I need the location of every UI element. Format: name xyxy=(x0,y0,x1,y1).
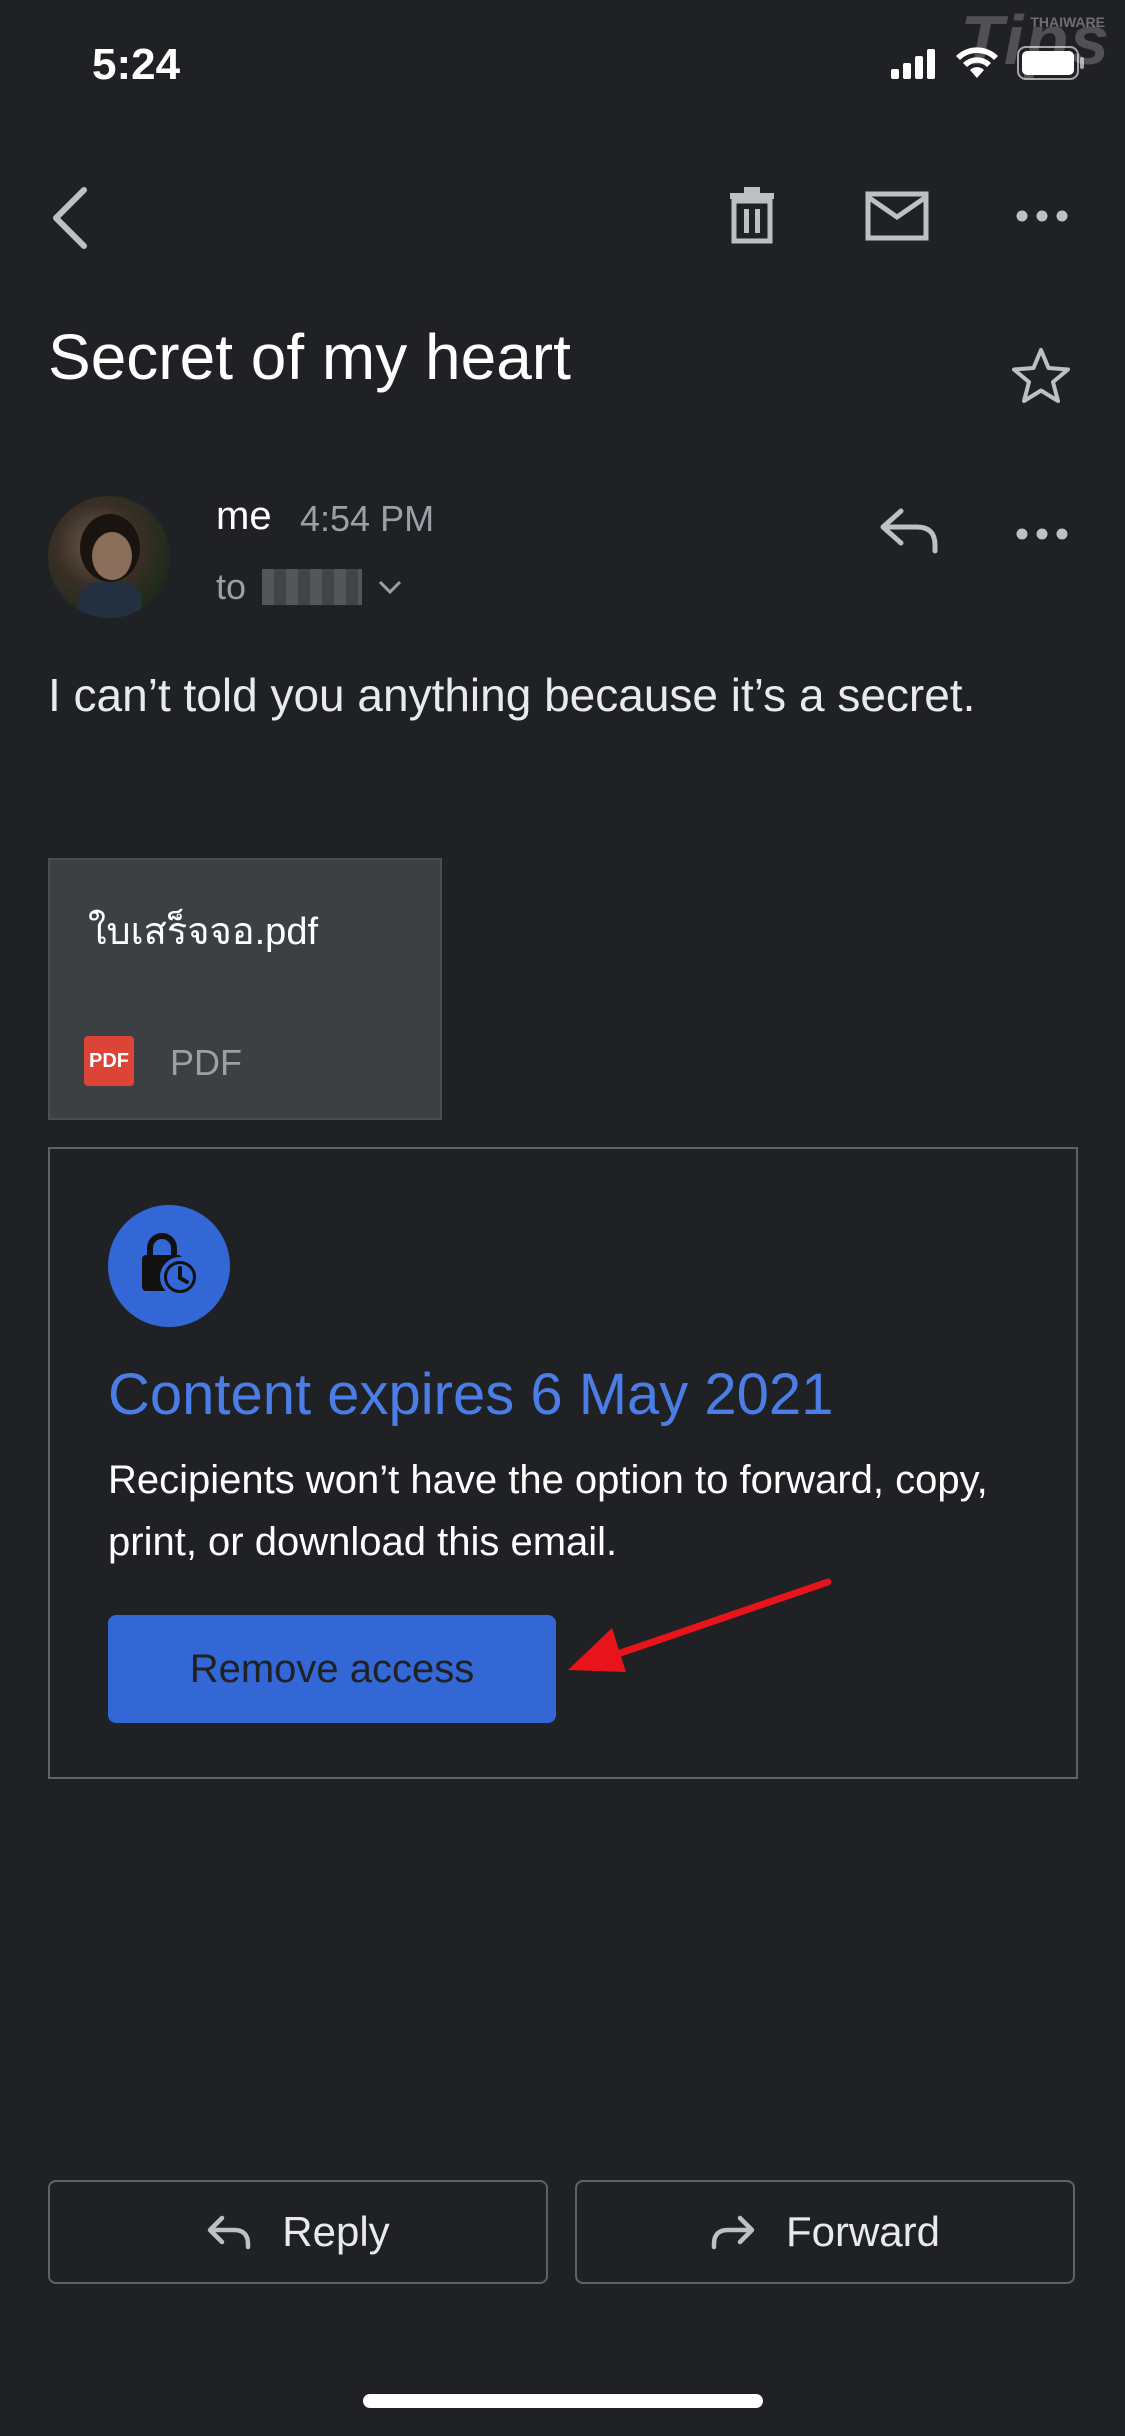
signal-icon xyxy=(891,49,935,79)
reply-button[interactable]: Reply xyxy=(48,2180,548,2284)
star-icon xyxy=(1012,348,1070,403)
sender-name: me xyxy=(216,494,272,538)
mark-unread-button[interactable] xyxy=(862,186,932,246)
recipient-redacted xyxy=(262,569,363,605)
remove-access-button[interactable]: Remove access xyxy=(108,1615,556,1723)
reply-icon xyxy=(208,2215,251,2250)
reply-icon xyxy=(880,508,938,554)
annotation-arrow-icon xyxy=(568,1578,832,1672)
reply-icon-button[interactable] xyxy=(876,500,942,560)
email-time: 4:54 PM xyxy=(300,498,435,539)
home-indicator[interactable] xyxy=(363,2394,763,2408)
reply-label: Reply xyxy=(282,2208,390,2255)
avatar[interactable] xyxy=(48,496,170,618)
recipient-line[interactable]: to xyxy=(216,566,402,608)
expiry-description: Recipients won’t have the option to forw… xyxy=(108,1458,988,1564)
lock-clock-badge xyxy=(108,1205,230,1327)
wifi-icon xyxy=(956,47,998,78)
back-button[interactable] xyxy=(40,178,100,258)
forward-icon xyxy=(711,2215,755,2250)
lock-clock-icon xyxy=(142,1233,200,1297)
trash-icon xyxy=(730,187,774,244)
message-more-button[interactable] xyxy=(1012,514,1072,554)
delete-button[interactable] xyxy=(722,180,782,250)
avatar-photo-icon xyxy=(78,514,142,618)
more-horizontal-icon xyxy=(1016,210,1068,222)
more-options-button[interactable] xyxy=(1012,196,1072,236)
status-time: 5:24 xyxy=(92,40,181,89)
attachment-type: PDF xyxy=(170,1042,242,1083)
pdf-icon: PDF xyxy=(84,1036,134,1086)
attachment-card[interactable]: ใบเสร็จจอ.pdf PDF PDF xyxy=(48,858,442,1120)
forward-button[interactable]: Forward xyxy=(575,2180,1075,2284)
chevron-down-icon xyxy=(378,580,402,594)
expiry-title: Content expires 6 May 2021 xyxy=(108,1362,834,1427)
more-horizontal-icon xyxy=(1016,528,1068,540)
envelope-icon xyxy=(865,191,929,241)
attachment-name: ใบเสร็จจอ.pdf xyxy=(88,911,319,953)
forward-label: Forward xyxy=(785,2208,941,2255)
star-button[interactable] xyxy=(1006,344,1076,408)
email-subject: Secret of my heart xyxy=(48,321,571,393)
to-label: to xyxy=(216,566,247,607)
chevron-left-icon xyxy=(53,187,87,249)
confidential-mode-panel: Content expires 6 May 2021 Recipients wo… xyxy=(48,1147,1078,1779)
battery-icon xyxy=(1017,46,1084,80)
email-body: I can’t told you anything because it’s a… xyxy=(48,669,976,721)
status-icons xyxy=(891,46,1085,80)
